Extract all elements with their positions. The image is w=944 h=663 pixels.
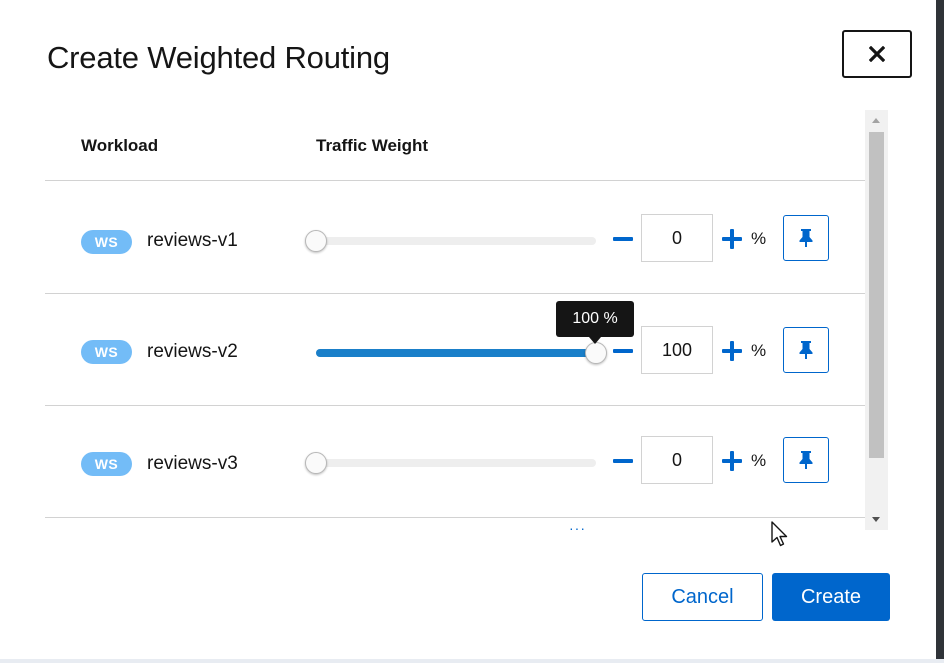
decrement-button[interactable]: [613, 459, 633, 463]
percent-unit: %: [751, 229, 767, 248]
slider-thumb[interactable]: [585, 342, 607, 364]
increment-button[interactable]: [722, 451, 742, 471]
slider-thumb[interactable]: [305, 230, 327, 252]
decrement-button[interactable]: [613, 237, 633, 241]
more-indicator: ···: [569, 520, 586, 536]
weight-slider[interactable]: [316, 342, 607, 364]
decrement-button[interactable]: [613, 349, 633, 353]
weight-slider[interactable]: [305, 230, 596, 252]
workload-name: reviews-v3: [147, 453, 238, 474]
scrollbar-thumb[interactable]: [869, 132, 884, 458]
pin-icon: [799, 451, 813, 469]
table-row: WS reviews-v1 %: [45, 181, 865, 293]
vertical-scrollbar[interactable]: [865, 110, 888, 530]
pin-button[interactable]: [783, 437, 829, 483]
workload-badge: WS: [81, 230, 132, 254]
row-divider: [45, 517, 865, 518]
increment-button[interactable]: [722, 229, 742, 249]
mouse-cursor-icon: [771, 521, 788, 547]
workload-badge: WS: [81, 452, 132, 476]
cancel-button[interactable]: Cancel: [642, 573, 763, 621]
table-row: WS reviews-v3 %: [45, 406, 865, 518]
close-button[interactable]: [842, 30, 912, 78]
scroll-down-arrow-icon[interactable]: [872, 517, 880, 522]
background-edge: [936, 0, 944, 663]
column-header-workload: Workload: [81, 136, 159, 155]
percent-unit: %: [751, 341, 767, 360]
table-row: WS reviews-v2 100 % %: [45, 294, 865, 406]
weight-input[interactable]: [641, 436, 713, 484]
pin-icon: [799, 229, 813, 247]
workload-badge: WS: [81, 340, 132, 364]
weight-slider[interactable]: [305, 452, 596, 474]
page-bottom-border: [0, 659, 944, 663]
create-button[interactable]: Create: [772, 573, 890, 621]
column-header-traffic-weight: Traffic Weight: [316, 136, 429, 155]
pin-button[interactable]: [783, 215, 829, 261]
weight-input[interactable]: [641, 326, 713, 374]
routing-table: Workload Traffic Weight WS reviews-v1 %: [45, 110, 865, 530]
close-icon: [869, 46, 885, 62]
pin-icon: [799, 341, 813, 359]
workload-name: reviews-v2: [147, 341, 238, 362]
slider-thumb[interactable]: [305, 452, 327, 474]
modal-title: Create Weighted Routing: [47, 40, 390, 75]
percent-unit: %: [751, 451, 767, 470]
slider-tooltip: 100 %: [556, 301, 634, 344]
increment-button[interactable]: [722, 341, 742, 361]
weight-input[interactable]: [641, 214, 713, 262]
pin-button[interactable]: [783, 327, 829, 373]
workload-name: reviews-v1: [147, 230, 238, 251]
scroll-up-arrow-icon[interactable]: [872, 118, 880, 123]
slider-fill: [316, 349, 596, 357]
